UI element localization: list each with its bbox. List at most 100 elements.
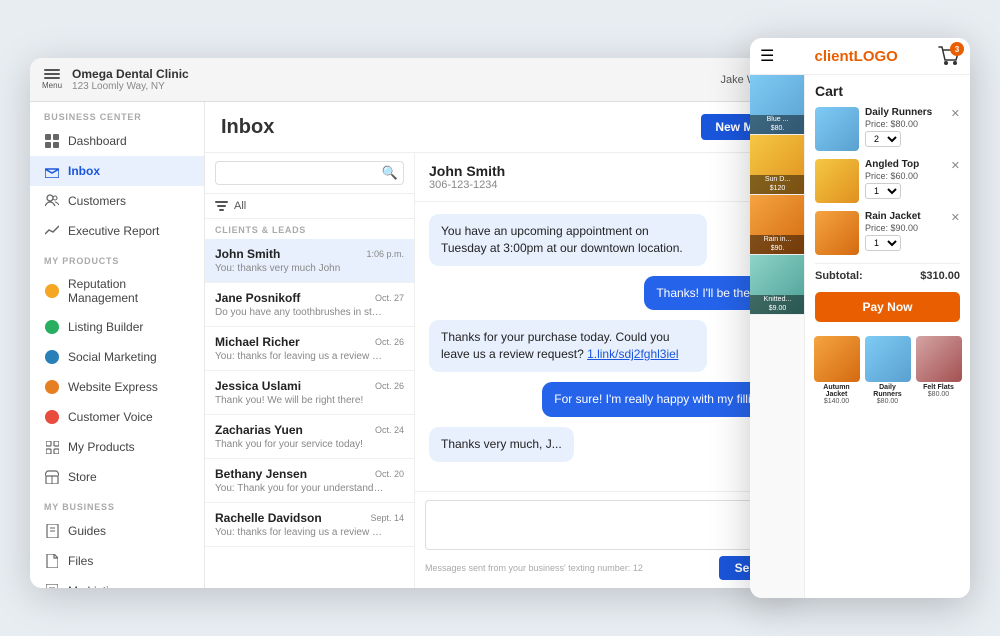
chat-input[interactable] (425, 500, 780, 550)
book-icon (44, 523, 60, 539)
cart-item-remove-1[interactable]: ✕ (951, 107, 960, 120)
cart-icon[interactable]: 3 (938, 46, 960, 66)
daily-runners-price: $80.00 (877, 398, 898, 405)
sidebar-item-dashboard[interactable]: Dashboard (30, 126, 204, 156)
thumb-label-3: Rain in...$90. (750, 235, 805, 254)
sidebar-item-listing[interactable]: Listing Builder (30, 312, 204, 342)
app-container: Menu Omega Dental Clinic 123 Loomly Way,… (30, 38, 970, 598)
chat-messages: You have an upcoming appointment on Tues… (415, 202, 790, 491)
sidebar-inbox-label: Inbox (68, 164, 100, 178)
website-icon (44, 379, 60, 395)
cart-item-price-2: Price: $60.00 (865, 171, 945, 181)
listing-file-icon (44, 583, 60, 588)
sidebar-item-store[interactable]: Store (30, 462, 204, 492)
grid-icon (44, 133, 60, 149)
shop-product-autumn[interactable]: Autumn Jacket $140.00 (813, 336, 860, 405)
contact-phone: 306-123-1234 (429, 179, 776, 191)
chat-input-area: Messages sent from your business' textin… (415, 491, 790, 588)
conv-item-4[interactable]: Jessica Uslami Oct. 26 Thank you! We wil… (205, 371, 414, 415)
shop-body: Blue ...$80. Sun D...$120 Rain in...$90.… (750, 75, 970, 598)
cart-item-qty-1[interactable]: 213 (865, 131, 901, 147)
inbox-title: Inbox (221, 116, 274, 139)
shop-thumb-4[interactable]: Knitted...$9.00 (750, 255, 805, 315)
conv-item-3[interactable]: Michael Richer Oct. 26 You: thanks for l… (205, 327, 414, 371)
sidebar-executive-label: Executive Report (68, 224, 159, 238)
cart-item-3: Rain Jacket Price: $90.00 12 ✕ (815, 211, 960, 255)
daily-runners-name: Daily Runners (864, 384, 911, 398)
shop-main: Cart Daily Runners Price: $80.00 213 ✕ (805, 75, 970, 598)
sidebar-item-guides[interactable]: Guides (30, 516, 204, 546)
cart-item-1: Daily Runners Price: $80.00 213 ✕ (815, 107, 960, 151)
sidebar-item-customers[interactable]: Customers (30, 186, 204, 216)
sidebar-item-social[interactable]: Social Marketing (30, 342, 204, 372)
sidebar-section-products: My Products (30, 246, 204, 270)
cart-item-img-3 (815, 211, 859, 255)
reputation-icon (44, 283, 60, 299)
sidebar-item-files[interactable]: Files (30, 546, 204, 576)
cart-item-qty-3[interactable]: 12 (865, 235, 901, 251)
main-content: Inbox New Me 🔍 All (205, 102, 790, 588)
conv-item-6[interactable]: Bethany Jensen Oct. 20 You: Thank you fo… (205, 459, 414, 503)
conv-item-7[interactable]: Rachelle Davidson Sept. 14 You: thanks f… (205, 503, 414, 547)
chat-message-4: For sure! I'm really happy with my filli… (542, 382, 776, 417)
sidebar-item-inbox[interactable]: Inbox (30, 156, 204, 186)
sidebar-social-label: Social Marketing (68, 350, 157, 364)
sidebar-item-website[interactable]: Website Express (30, 372, 204, 402)
thumb-label-1: Blue ...$80. (750, 115, 805, 134)
review-link[interactable]: 1.link/sdj2fghl3iel (587, 347, 678, 361)
shop-menu-icon[interactable]: ☰ (760, 46, 774, 66)
chat-message-5: Thanks very much, J... (429, 427, 574, 462)
felt-flats-name: Felt Flats (923, 384, 954, 391)
social-icon (44, 349, 60, 365)
felt-flats-price: $80.00 (928, 391, 949, 398)
sidebar-item-reputation[interactable]: Reputation Management (30, 270, 204, 312)
daily-runners-img (865, 336, 911, 382)
crm-window: Menu Omega Dental Clinic 123 Loomly Way,… (30, 58, 790, 588)
business-address: 123 Loomly Way, NY (72, 81, 711, 92)
sidebar-store-label: Store (68, 470, 97, 484)
sidebar-item-executive-report[interactable]: Executive Report (30, 216, 204, 246)
crm-body: Business Center Dashboard Inbox (30, 102, 790, 588)
sidebar-guides-label: Guides (68, 524, 106, 538)
shop-thumb-3[interactable]: Rain in...$90. (750, 195, 805, 255)
sidebar-item-my-listing[interactable]: My Listing (30, 576, 204, 588)
cart-item-remove-2[interactable]: ✕ (951, 159, 960, 172)
chat-area: John Smith 306-123-1234 You have an upco… (415, 153, 790, 588)
file-icon (44, 553, 60, 569)
menu-label: Menu (42, 81, 62, 90)
my-products-icon (44, 439, 60, 455)
shop-product-flats[interactable]: Felt Flats $80.00 (915, 336, 962, 405)
cart-item-remove-3[interactable]: ✕ (951, 211, 960, 224)
sidebar-my-listing-label: My Listing (68, 584, 122, 588)
sidebar: Business Center Dashboard Inbox (30, 102, 205, 588)
shop-sidebar: Blue ...$80. Sun D...$120 Rain in...$90.… (750, 75, 805, 598)
cart-item-2: Angled Top Price: $60.00 12 ✕ (815, 159, 960, 203)
conv-filter[interactable]: All (205, 194, 414, 219)
cart-item-name-2: Angled Top (865, 159, 945, 170)
conv-item-1[interactable]: John Smith 1:06 p.m. You: thanks very mu… (205, 239, 414, 283)
conv-item-2[interactable]: Jane Posnikoff Oct. 27 Do you have any t… (205, 283, 414, 327)
cart-badge: 3 (950, 42, 964, 56)
sidebar-item-customer-voice[interactable]: Customer Voice (30, 402, 204, 432)
clients-section-label: Clients & Leads (205, 219, 414, 239)
sidebar-section-business2: My Business (30, 492, 204, 516)
shop-thumb-2[interactable]: Sun D...$120 (750, 135, 805, 195)
conv-item-5[interactable]: Zacharias Yuen Oct. 24 Thank you for you… (205, 415, 414, 459)
chat-input-footer: Messages sent from your business' textin… (425, 556, 780, 580)
shop-window: ☰ clientLOGO 3 Blue ...$80. Sun D...$120 (750, 38, 970, 598)
sidebar-dashboard-label: Dashboard (68, 134, 127, 148)
pay-now-button[interactable]: Pay Now (815, 292, 960, 322)
chat-message-1: You have an upcoming appointment on Tues… (429, 214, 707, 266)
sidebar-item-my-products[interactable]: My Products (30, 432, 204, 462)
cart-item-name-3: Rain Jacket (865, 211, 945, 222)
menu-button[interactable]: Menu (42, 69, 62, 90)
cart-item-qty-2[interactable]: 12 (865, 183, 901, 199)
filter-label: All (234, 200, 246, 212)
cart-item-img-2 (815, 159, 859, 203)
search-input[interactable] (215, 161, 404, 185)
shop-topbar: ☰ clientLOGO 3 (750, 38, 970, 75)
shop-product-runners[interactable]: Daily Runners $80.00 (864, 336, 911, 405)
shop-thumb-1[interactable]: Blue ...$80. (750, 75, 805, 135)
customer-voice-icon (44, 409, 60, 425)
felt-flats-img (916, 336, 962, 382)
